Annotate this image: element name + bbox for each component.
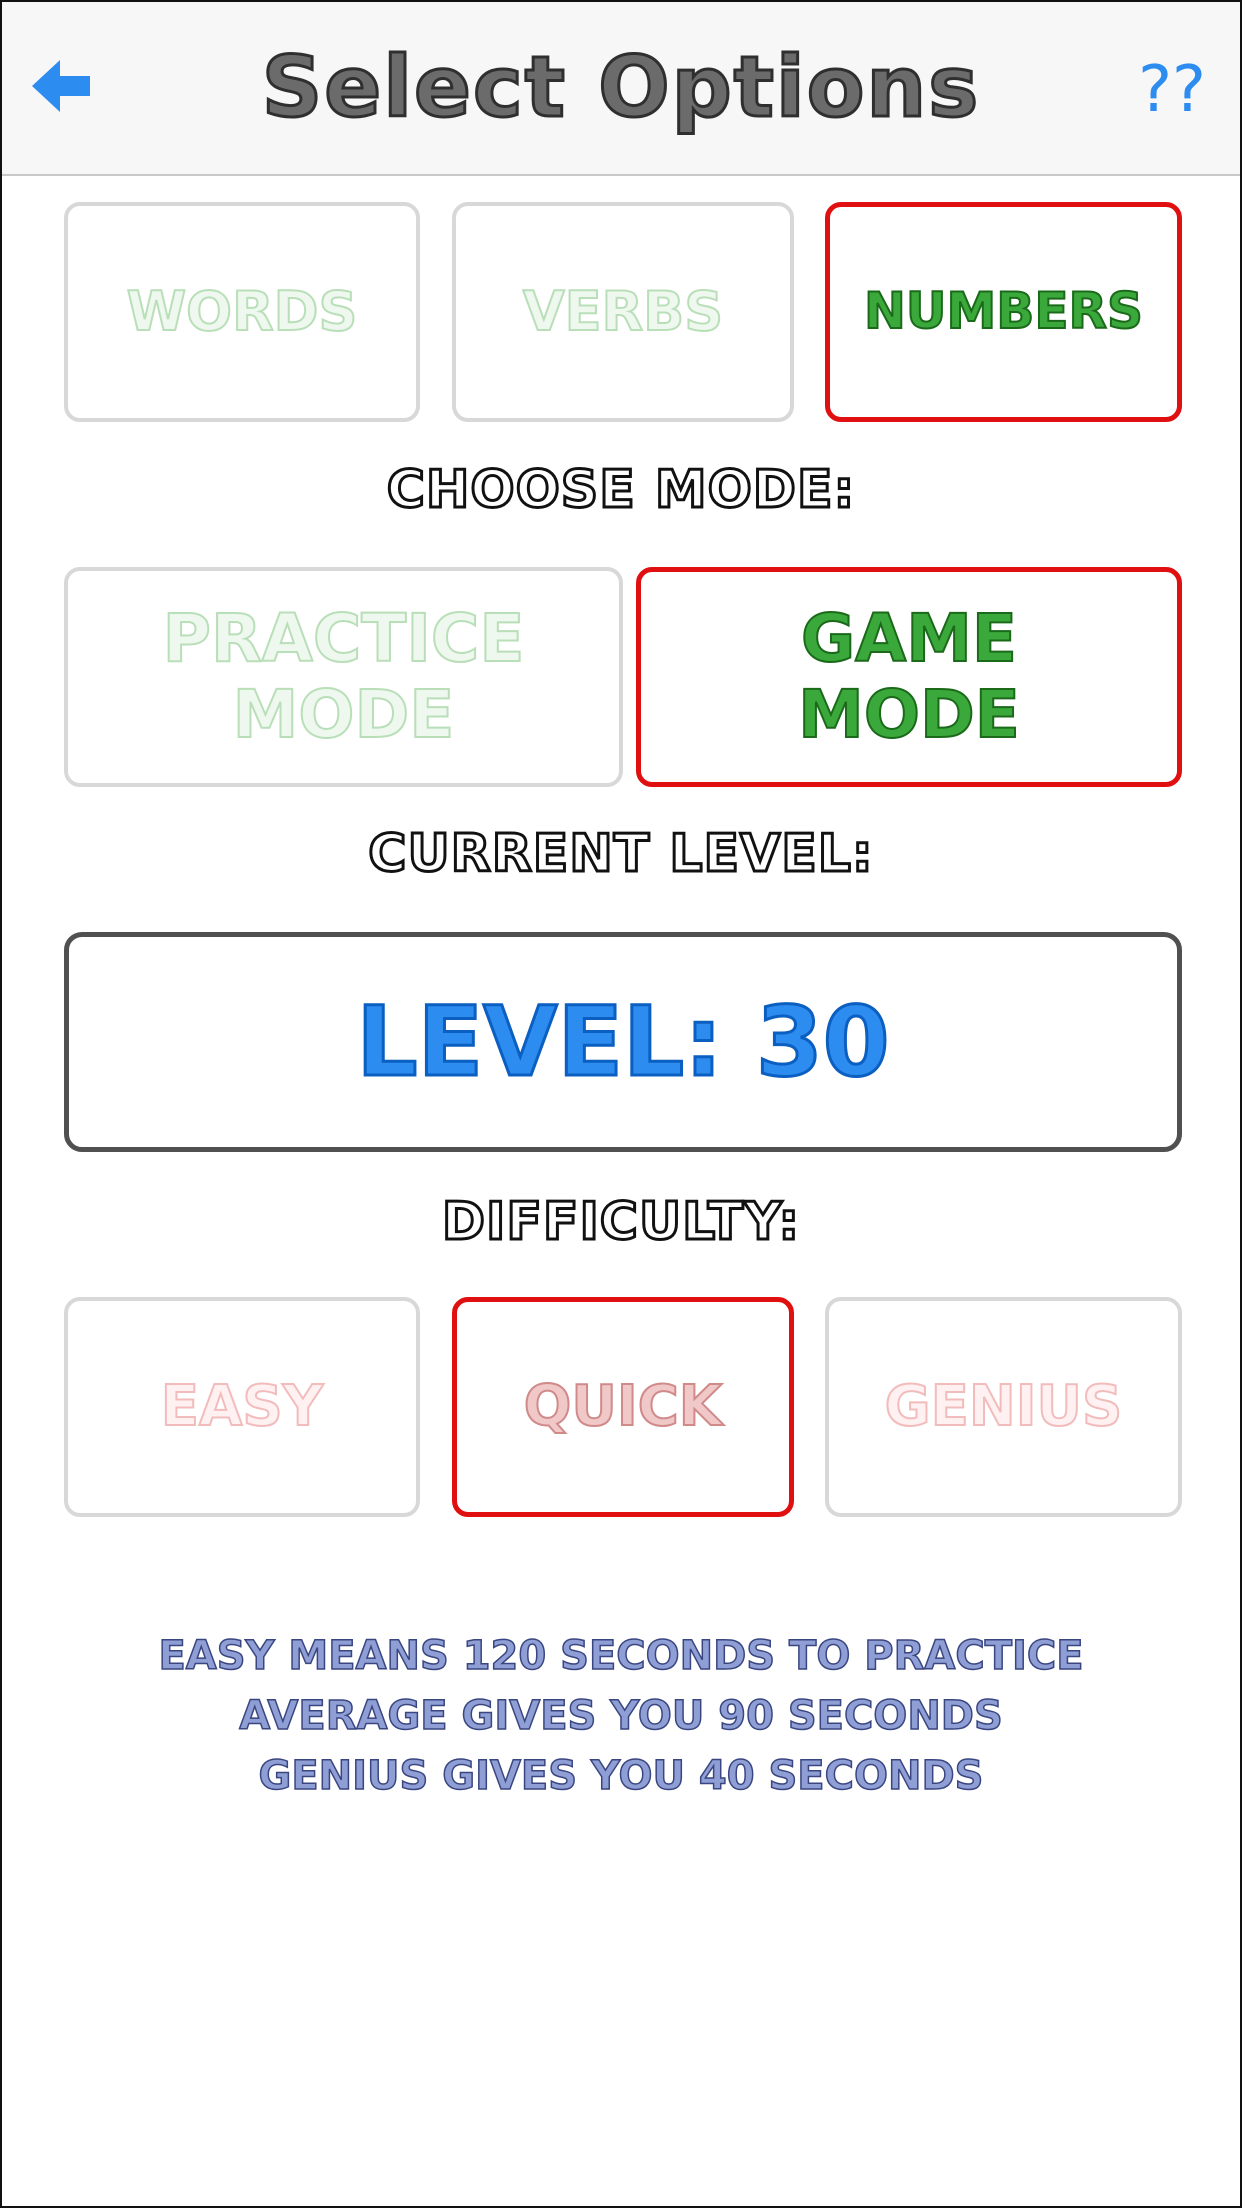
- mode-option-practice[interactable]: Practice Mode: [64, 567, 623, 787]
- info-line: Genius gives you 40 seconds: [258, 1752, 984, 1800]
- choose-mode-heading: Choose Mode:: [385, 459, 856, 522]
- difficulty-option-genius[interactable]: Genius: [825, 1297, 1182, 1517]
- category-option-label: Numbers: [863, 282, 1144, 341]
- difficulty-option-label: Genius: [884, 1373, 1124, 1440]
- difficulty-heading: Difficulty:: [440, 1191, 801, 1254]
- category-option-verbs[interactable]: Verbs: [452, 202, 794, 422]
- category-option-words[interactable]: Words: [64, 202, 420, 422]
- mode-option-line1: Practice: [162, 600, 526, 678]
- level-display[interactable]: Level: 30: [64, 932, 1182, 1152]
- difficulty-option-label: Quick: [523, 1373, 723, 1440]
- mode-option-line2: Mode: [232, 676, 456, 754]
- difficulty-option-easy[interactable]: Easy: [64, 1297, 420, 1517]
- current-level-heading: Current Level:: [367, 823, 874, 886]
- level-value: Level: 30: [355, 985, 891, 1100]
- mode-option-line2: Mode: [797, 676, 1021, 754]
- page-title: Select Options: [260, 37, 981, 138]
- help-button[interactable]: ??: [1138, 50, 1206, 130]
- difficulty-option-label: Easy: [160, 1373, 324, 1440]
- mode-option-game[interactable]: Game Mode: [636, 567, 1182, 787]
- mode-option-label: Practice Mode: [162, 600, 526, 754]
- category-option-label: Words: [126, 279, 359, 343]
- difficulty-description: Easy means 120 seconds to practice Avera…: [2, 1626, 1240, 1806]
- category-option-label: Verbs: [522, 279, 724, 343]
- info-line: Average gives you 90 seconds: [238, 1692, 1003, 1740]
- navigation-bar: Select Options ??: [2, 2, 1240, 176]
- difficulty-option-quick[interactable]: Quick: [452, 1297, 794, 1517]
- category-option-numbers[interactable]: Numbers: [825, 202, 1182, 422]
- info-line: Easy means 120 seconds to practice: [158, 1632, 1085, 1680]
- mode-option-label: Game Mode: [797, 600, 1021, 754]
- mode-option-line1: Game: [800, 600, 1018, 678]
